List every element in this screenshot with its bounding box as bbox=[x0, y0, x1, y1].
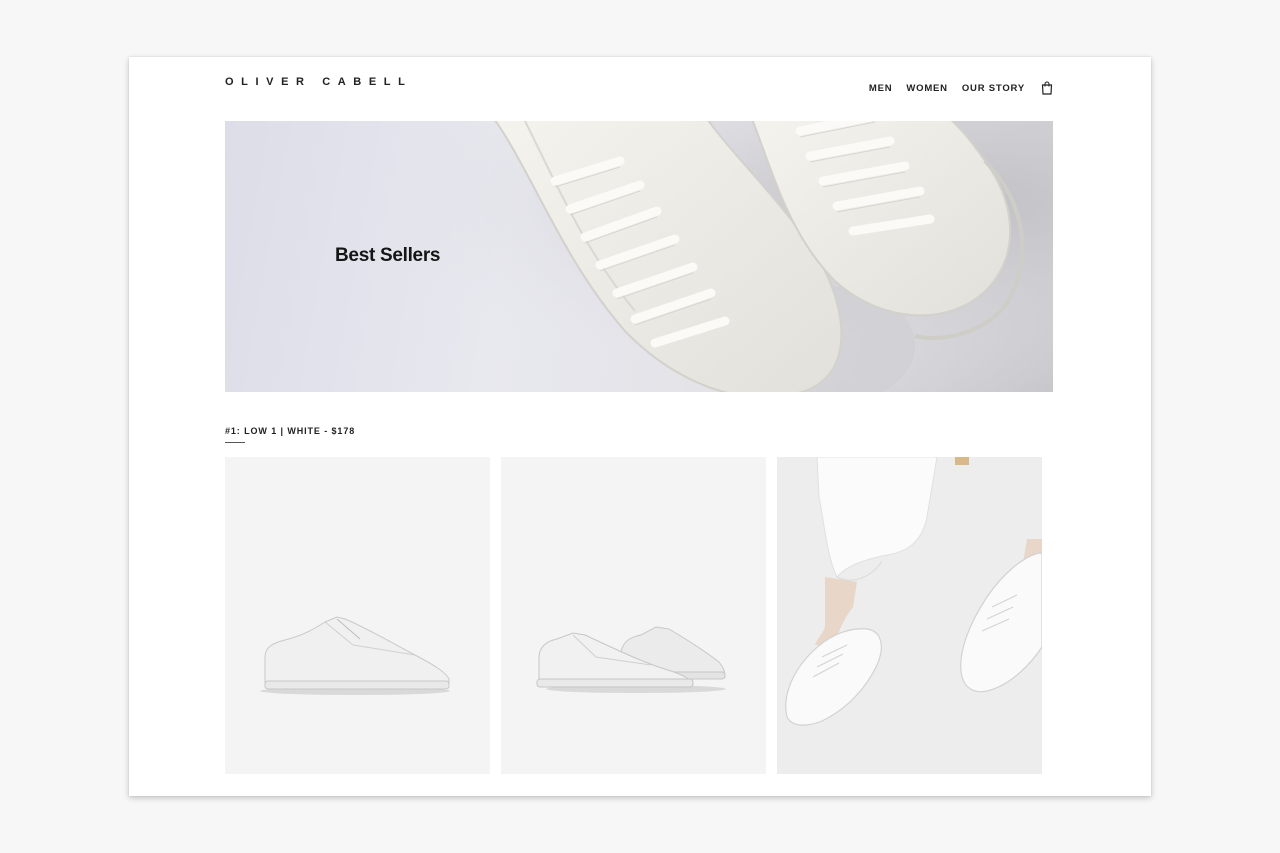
nav-link-our-story[interactable]: OUR STORY bbox=[962, 83, 1025, 94]
hero-title: Best Sellers bbox=[335, 245, 441, 266]
hero-banner[interactable]: Best Sellers bbox=[225, 121, 1053, 392]
sneaker-pair-image bbox=[536, 626, 726, 693]
shopping-bag-icon[interactable] bbox=[1041, 81, 1053, 95]
product-image-pair[interactable] bbox=[501, 457, 766, 774]
sneakers-on-feet-image bbox=[777, 457, 1042, 774]
product-heading[interactable]: #1: LOW 1 | WHITE - $178 bbox=[225, 426, 355, 436]
product-image-side[interactable] bbox=[225, 457, 490, 774]
nav-link-women[interactable]: WOMEN bbox=[906, 83, 947, 94]
browser-window: OLIVER CABELL MEN WOMEN OUR STORY Best S… bbox=[129, 57, 1151, 796]
heading-underline bbox=[225, 442, 245, 443]
product-image-worn[interactable] bbox=[777, 457, 1042, 774]
nav-link-men[interactable]: MEN bbox=[869, 83, 893, 94]
sneaker-side-view-image bbox=[260, 616, 450, 695]
main-nav: MEN WOMEN OUR STORY bbox=[869, 81, 1053, 95]
brand-logo[interactable]: OLIVER CABELL bbox=[225, 76, 412, 88]
